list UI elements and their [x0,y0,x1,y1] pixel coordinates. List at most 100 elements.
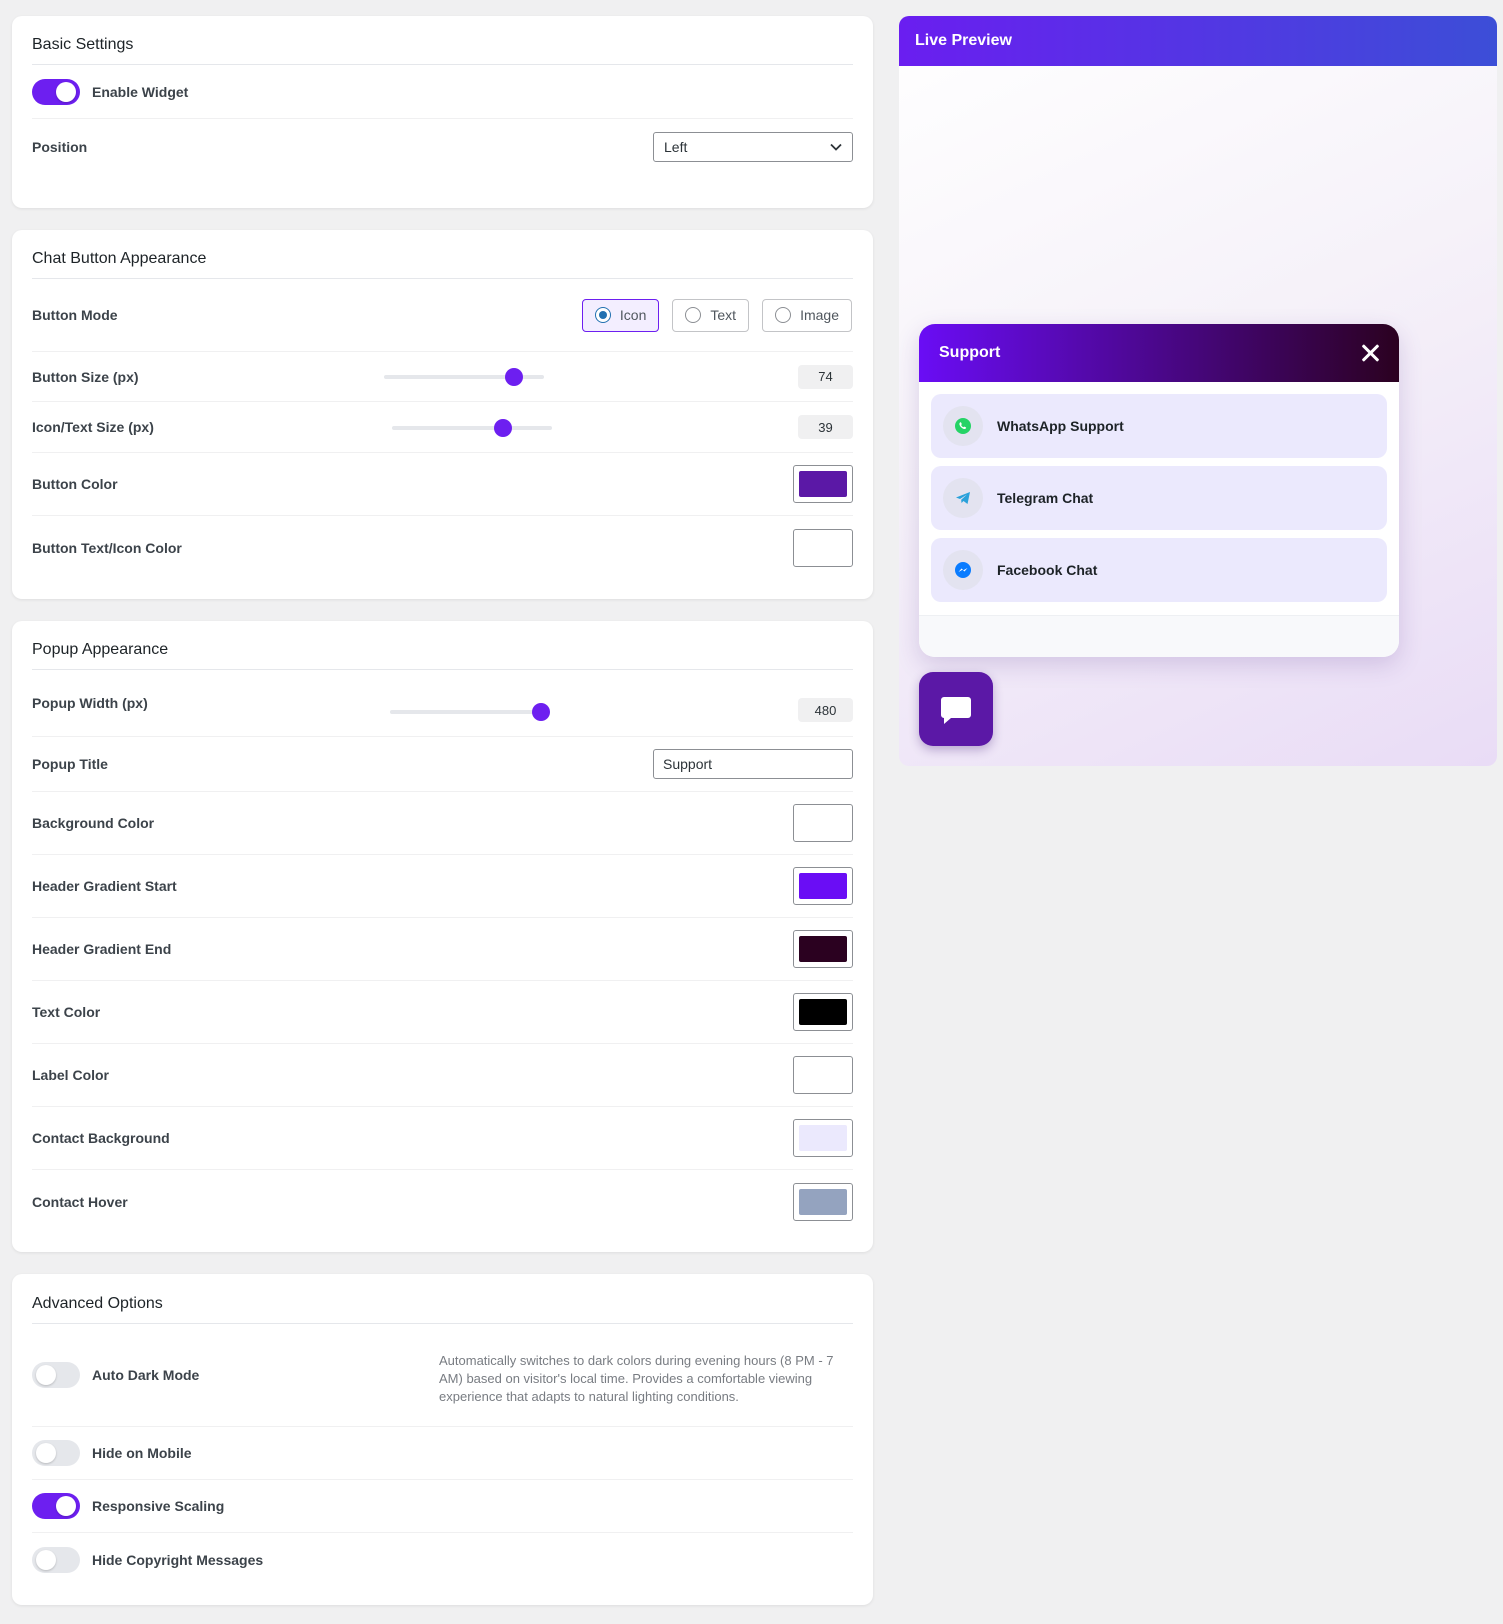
contact-facebook[interactable]: Facebook Chat [931,538,1387,602]
toggle-knob [56,1496,76,1516]
icon-size-slider[interactable] [392,419,552,437]
auto-dark-help: Automatically switches to dark colors du… [439,1353,834,1404]
whatsapp-icon [943,406,983,446]
contact-label: Facebook Chat [997,562,1098,578]
button-size-value[interactable]: 74 [798,364,853,389]
mode-text-label: Text [710,307,737,323]
contact-bg-row: Contact Background [32,1107,853,1170]
slider-thumb[interactable] [505,368,523,386]
button-text-color-row: Button Text/Icon Color [32,516,853,579]
mode-icon-radio[interactable]: Icon [581,298,660,332]
label-color-label: Label Color [32,1067,110,1083]
slider-thumb[interactable] [532,703,550,721]
bg-color-label: Background Color [32,815,155,831]
enable-widget-toggle[interactable] [32,78,80,105]
button-color-picker[interactable] [793,465,853,503]
text-color-row: Text Color [32,981,853,1044]
auto-dark-label: Auto Dark Mode [92,1367,200,1383]
basic-settings-title: Basic Settings [32,16,853,65]
swatch-fill [799,471,847,497]
radio-dot [775,307,792,323]
grad-start-picker[interactable] [793,867,853,905]
bg-color-row: Background Color [32,792,853,855]
live-preview-title: Live Preview [899,16,1497,66]
responsive-label: Responsive Scaling [92,1498,225,1514]
swatch-fill [799,1062,847,1088]
contact-hover-row: Contact Hover [32,1170,853,1233]
mode-icon-label: Icon [619,307,647,323]
button-size-row: Button Size (px) 74 [32,352,853,402]
preview-popup: Support WhatsApp Support Telegram Chat F… [919,324,1399,657]
telegram-icon [943,478,983,518]
popup-width-slider[interactable] [390,703,550,721]
hide-copyright-toggle[interactable] [32,1546,80,1573]
popup-width-label: Popup Width (px) [32,695,148,711]
chat-button-title: Chat Button Appearance [32,230,853,279]
grad-start-row: Header Gradient Start [32,855,853,918]
toggle-knob [36,1365,56,1385]
swatch-fill [799,1188,847,1215]
advanced-options-title: Advanced Options [32,1274,853,1324]
swatch-fill [799,810,847,836]
icon-size-value[interactable]: 39 [798,415,853,439]
contact-bg-label: Contact Background [32,1130,170,1146]
swatch-fill [799,999,847,1025]
contact-label: Telegram Chat [997,490,1094,506]
contact-hover-label: Contact Hover [32,1193,128,1210]
button-mode-row: Button Mode Icon Text Image [32,279,853,352]
icon-size-row: Icon/Text Size (px) 39 [32,402,853,453]
position-select-value: Left [664,139,688,155]
popup-appearance-title: Popup Appearance [32,621,853,670]
contact-hover-picker[interactable] [793,1182,853,1221]
hide-mobile-row: Hide on Mobile [32,1427,853,1480]
close-icon[interactable] [1361,344,1379,362]
toggle-knob [56,81,76,102]
grad-end-label: Header Gradient End [32,941,172,957]
auto-dark-toggle[interactable] [32,1362,80,1388]
mode-image-radio[interactable]: Image [762,298,852,332]
enable-widget-row: Enable Widget [32,65,853,119]
popup-width-value[interactable]: 480 [798,698,853,722]
preview-chat-button[interactable] [919,672,993,746]
position-label: Position [32,139,88,155]
button-color-label: Button Color [32,476,118,492]
toggle-knob [36,1443,56,1463]
radio-dot [594,307,611,323]
popup-title-input[interactable]: Support [653,749,853,779]
button-size-slider[interactable] [384,368,544,386]
live-preview-panel: Live Preview Support WhatsApp Support Te… [899,16,1497,766]
mode-text-radio[interactable]: Text [672,298,750,332]
position-select[interactable]: Left [653,132,853,162]
chat-button-card: Chat Button Appearance Button Mode Icon … [12,230,873,599]
auto-dark-row: Auto Dark Mode Automatically switches to… [32,1324,853,1427]
label-color-picker[interactable] [793,1056,853,1094]
popup-width-row: Popup Width (px) 480 [32,670,853,737]
enable-widget-label: Enable Widget [92,83,189,100]
contact-bg-picker[interactable] [793,1119,853,1157]
popup-title-label: Popup Title [32,756,108,772]
button-mode-label: Button Mode [32,307,118,323]
swatch-fill [799,1125,847,1151]
contact-list: WhatsApp Support Telegram Chat Facebook … [919,382,1399,602]
contact-whatsapp[interactable]: WhatsApp Support [931,394,1387,458]
popup-title-row: Popup Title Support [32,737,853,792]
swatch-fill [799,534,847,561]
responsive-row: Responsive Scaling [32,1480,853,1533]
text-color-picker[interactable] [793,993,853,1031]
text-color-label: Text Color [32,1004,101,1020]
bg-color-picker[interactable] [793,804,853,842]
hide-mobile-label: Hide on Mobile [92,1445,192,1461]
settings-column: Basic Settings Enable Widget Position Le… [12,16,873,1624]
popup-footer [919,615,1399,657]
grad-end-picker[interactable] [793,930,853,968]
chat-bubble-icon [941,697,971,724]
button-text-color-picker[interactable] [793,528,853,567]
swatch-fill [799,873,847,899]
position-row: Position Left [32,119,853,175]
slider-thumb[interactable] [494,419,512,437]
contact-telegram[interactable]: Telegram Chat [931,466,1387,530]
hide-mobile-toggle[interactable] [32,1440,80,1466]
label-color-row: Label Color [32,1044,853,1107]
mode-image-label: Image [800,307,839,323]
responsive-toggle[interactable] [32,1493,80,1519]
